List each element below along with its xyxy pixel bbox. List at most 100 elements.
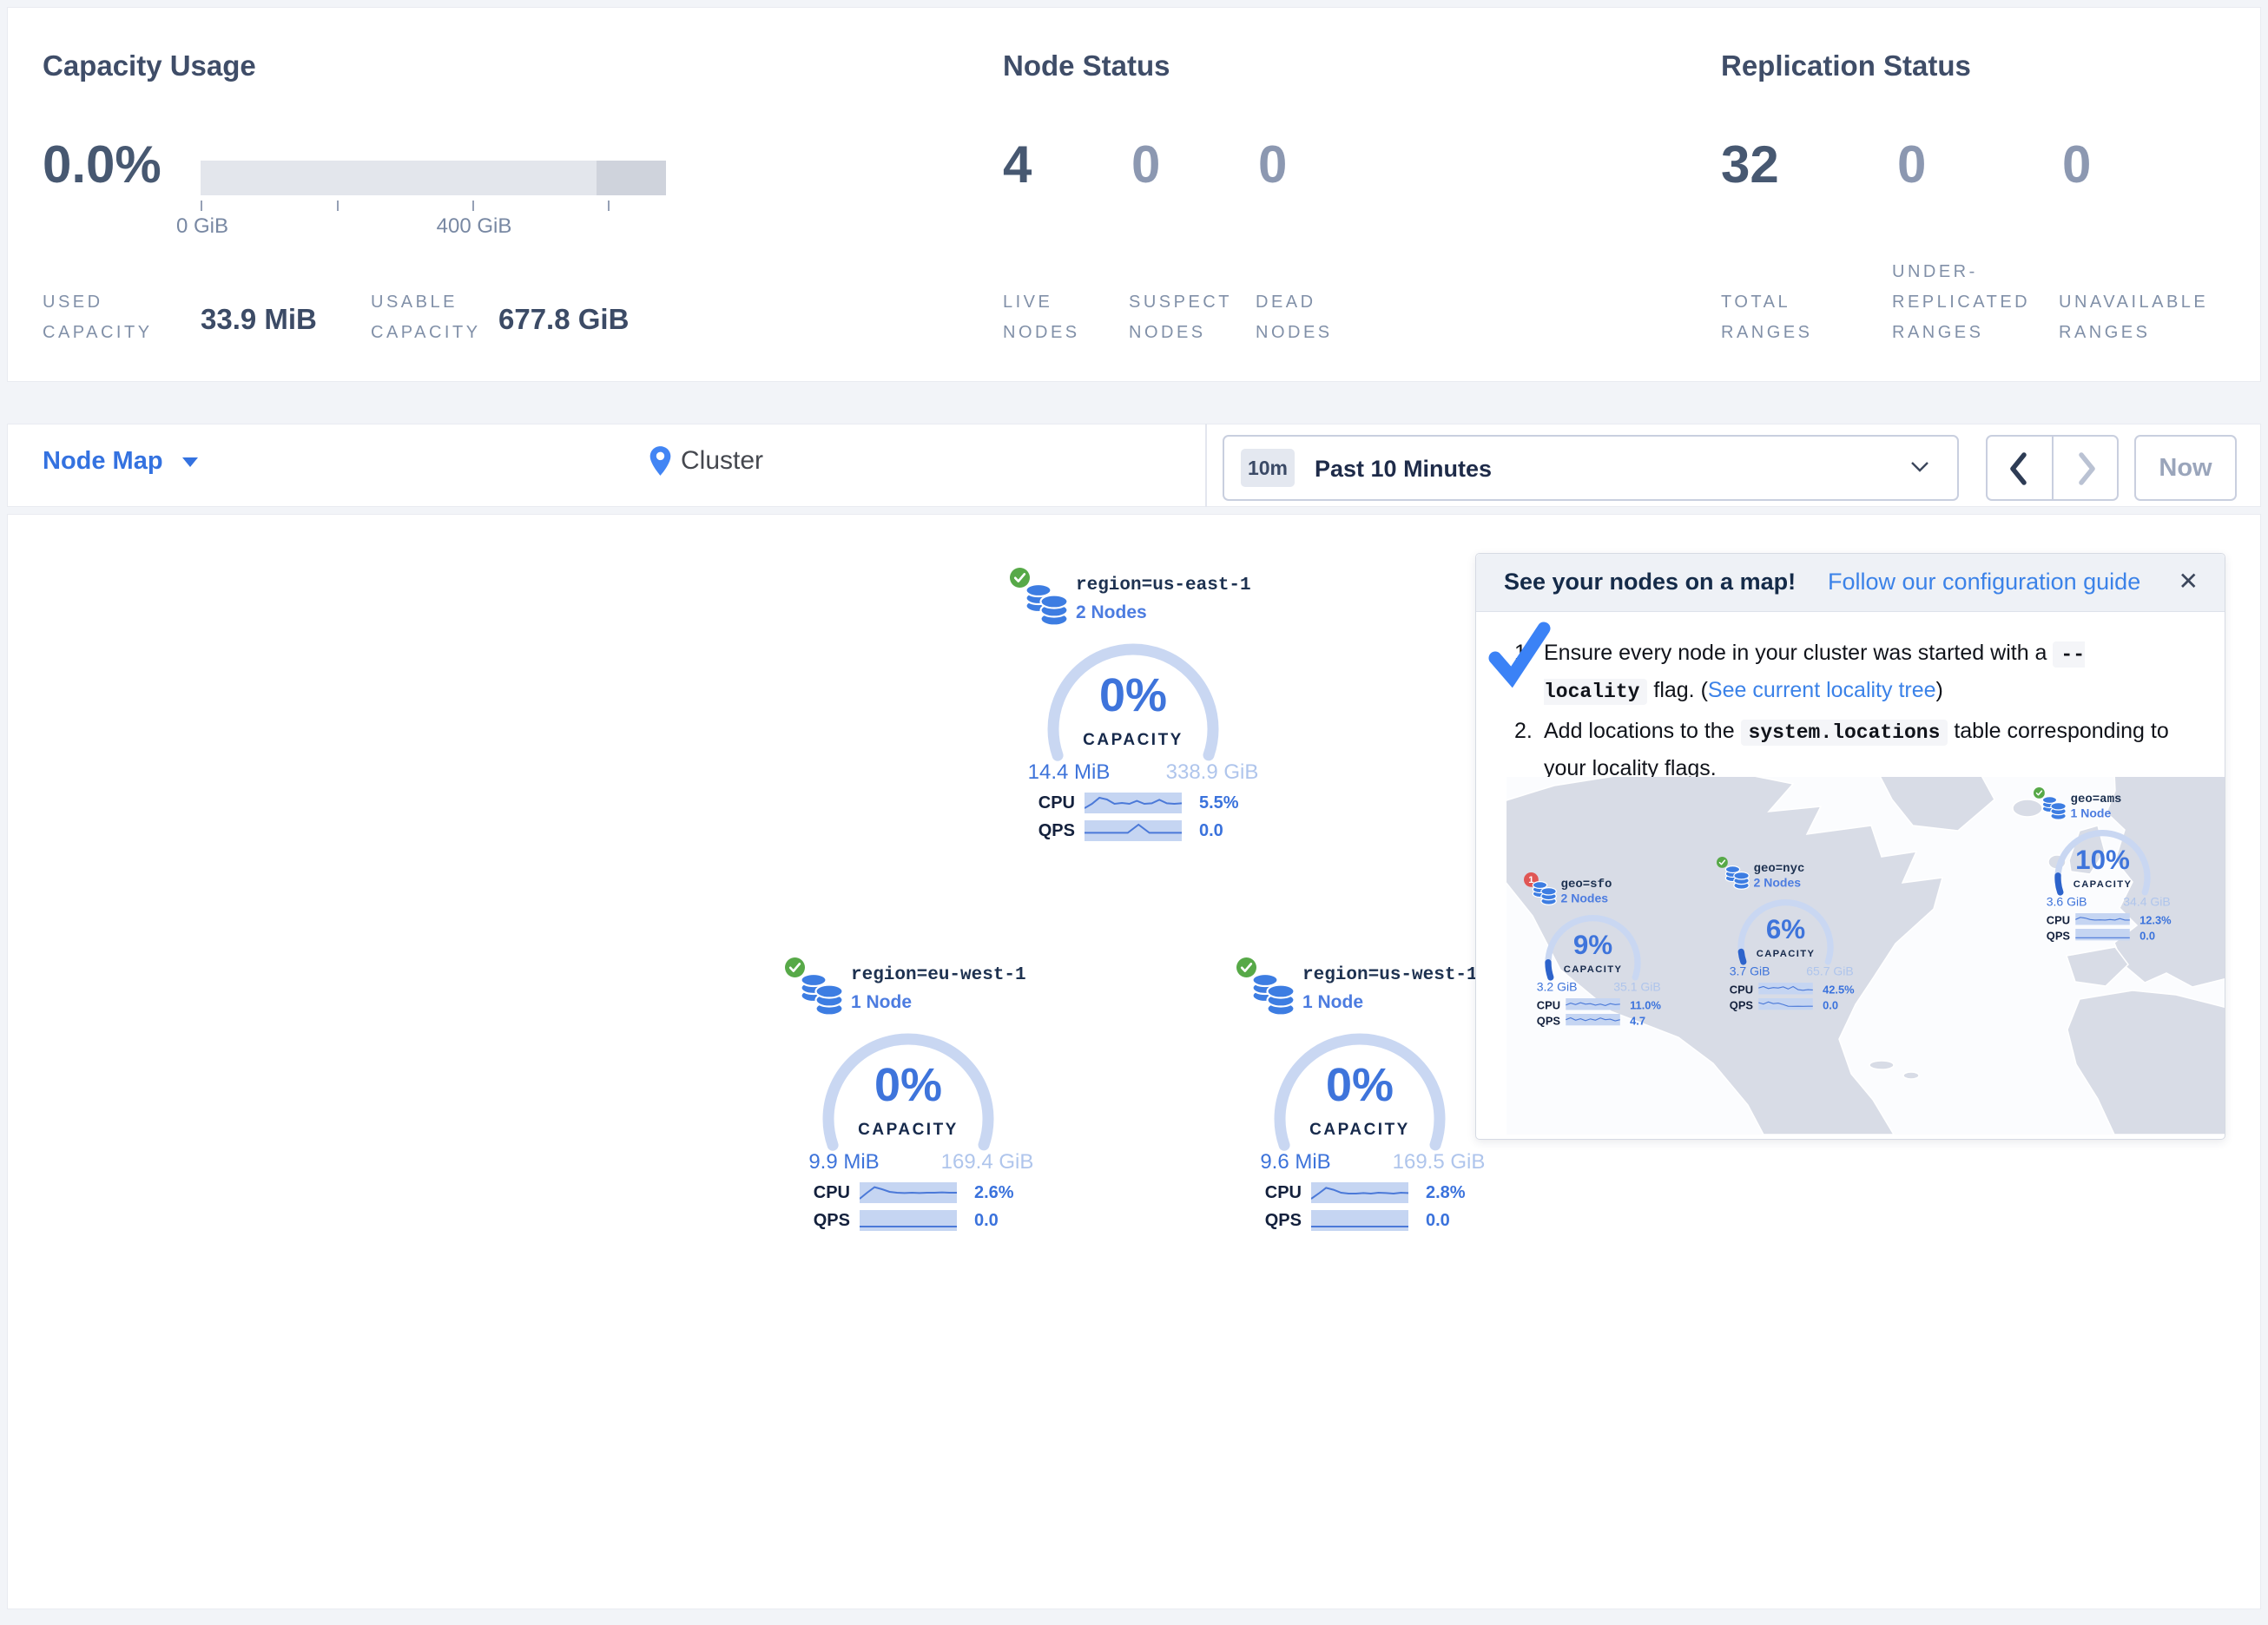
usable-capacity-value: 677.8 GiB [498, 303, 629, 336]
database-nodes-icon [1532, 879, 1557, 908]
capacity-percent: 10% [2054, 844, 2152, 875]
qps-value: 0.0 [2139, 930, 2155, 943]
qps-sparkline [1758, 998, 1813, 1010]
capacity-used-value: 3.2 GiB [1537, 980, 1578, 994]
cpu-label: CPU [1236, 1183, 1302, 1203]
capacity-percent: 0% [1046, 668, 1220, 722]
configuration-guide-link[interactable]: Follow our configuration guide [1828, 569, 2140, 595]
database-nodes-icon [799, 970, 844, 1022]
system-locations-code: system.locations [1741, 720, 1948, 746]
capacity-word: CAPACITY [821, 1121, 995, 1140]
axis-tick [608, 201, 610, 211]
capacity-percent: 6% [1737, 913, 1835, 944]
capacity-word: CAPACITY [2054, 878, 2152, 890]
qps-sparkline [1311, 1210, 1408, 1231]
capacity-used-value: 9.6 MiB [1260, 1150, 1330, 1174]
cpu-sparkline [1085, 793, 1182, 813]
cpu-value: 11.0% [1630, 999, 1661, 1012]
node-map-setup-popup: See your nodes on a map! Follow our conf… [1475, 553, 2225, 1140]
qps-label: QPS [1717, 999, 1753, 1012]
region-card-us-east-1[interactable]: region=us-east-1 2 Nodes 0% CAPACITY 14.… [1010, 568, 1270, 854]
cpu-label: CPU [2034, 914, 2070, 927]
cpu-sparkline [1758, 983, 1813, 994]
chevron-down-icon [1910, 461, 1929, 473]
cpu-sparkline [1566, 998, 1620, 1010]
live-nodes-count: 4 [1003, 135, 1032, 194]
configuration-steps: 1. Ensure every node in your cluster was… [1514, 635, 2183, 790]
map-pin-icon [649, 445, 672, 477]
completed-check-icon [1483, 618, 1556, 691]
locality-tree-link[interactable]: See current locality tree [1708, 678, 1936, 702]
capacity-total-value: 338.9 GiB [1166, 760, 1259, 785]
cpu-value: 2.6% [974, 1183, 1014, 1203]
dead-nodes-label: DEADNODES [1256, 287, 1333, 348]
qps-sparkline [860, 1210, 957, 1231]
used-capacity-value: 33.9 MiB [201, 303, 317, 336]
capacity-bar-reserved-segment [597, 161, 666, 195]
cluster-overview-page: Capacity Usage 0.0% 0 GiB 400 GiB USEDCA… [0, 0, 2268, 1625]
qps-label: QPS [1524, 1015, 1560, 1028]
button-divider [2052, 437, 2054, 499]
node-count: 1 Node [1302, 992, 1363, 1013]
axis-tick [472, 201, 474, 211]
replication-status-title: Replication Status [1721, 49, 1971, 82]
cpu-sparkline [860, 1182, 957, 1203]
qps-value: 0.0 [1199, 821, 1223, 841]
axis-tick-label-0: 0 GiB [176, 214, 228, 239]
total-ranges-count: 32 [1721, 135, 1779, 194]
node-count: 2 Nodes [1561, 891, 1608, 905]
locality-card-geo-nyc[interactable]: geo=nyc 2 Nodes 6% CAPACITY 3.7 GiB 65.7… [1717, 857, 1863, 1017]
capacity-word: CAPACITY [1737, 948, 1835, 959]
capacity-percent: 0% [821, 1058, 995, 1112]
qps-value: 4.7 [1630, 1015, 1645, 1028]
locality-card-geo-ams[interactable]: geo=ams 1 Node 10% CAPACITY 3.6 GiB 34.4… [2034, 787, 2179, 948]
region-card-us-west-1[interactable]: region=us-west-1 1 Node 0% CAPACITY 9.6 … [1236, 957, 1497, 1244]
cpu-sparkline [1311, 1182, 1408, 1203]
cpu-value: 12.3% [2139, 914, 2172, 927]
capacity-percent: 0.0% [43, 135, 162, 194]
close-icon[interactable]: ✕ [2179, 567, 2199, 595]
locality-card-geo-sfo[interactable]: 1 geo=sfo 2 Nodes 9% CAPACITY 3.2 GiB 35… [1524, 872, 1670, 1033]
breadcrumb[interactable]: Cluster [649, 445, 763, 477]
cpu-sparkline [2075, 913, 2130, 924]
step-forward-button[interactable] [2077, 452, 2098, 485]
axis-tick [201, 201, 202, 211]
now-button[interactable]: Now [2134, 435, 2237, 501]
unavailable-ranges-count: 0 [2062, 135, 2091, 194]
under-replicated-count: 0 [1897, 135, 1926, 194]
suspect-nodes-label: SUSPECTNODES [1129, 287, 1232, 348]
cpu-label: CPU [1010, 793, 1075, 813]
time-step-buttons [1986, 435, 2119, 501]
locality-title: geo=ams [2071, 792, 2122, 806]
capacity-word: CAPACITY [1545, 964, 1642, 975]
suspect-nodes-count: 0 [1131, 135, 1160, 194]
node-count: 2 Nodes [1754, 876, 1801, 890]
locality-title: region=us-east-1 [1076, 576, 1251, 595]
step-back-button[interactable] [2008, 452, 2028, 485]
database-nodes-icon [1024, 581, 1069, 632]
cpu-value: 2.8% [1426, 1183, 1466, 1203]
qps-sparkline [1085, 820, 1182, 841]
used-capacity-label: USEDCAPACITY [43, 287, 153, 348]
capacity-percent: 0% [1273, 1058, 1447, 1112]
view-selector-dropdown[interactable]: Node Map [43, 447, 198, 476]
qps-value: 0.0 [1426, 1211, 1450, 1231]
qps-value: 0.0 [1823, 999, 1838, 1012]
region-card-eu-west-1[interactable]: region=eu-west-1 1 Node 0% CAPACITY 9.9 … [785, 957, 1045, 1244]
qps-label: QPS [1236, 1211, 1302, 1231]
node-map-canvas: region=us-east-1 2 Nodes 0% CAPACITY 14.… [7, 514, 2261, 1609]
qps-sparkline [1566, 1014, 1620, 1025]
node-count: 1 Node [851, 992, 912, 1013]
locality-title: geo=sfo [1561, 877, 1612, 891]
database-nodes-icon [1724, 864, 1750, 892]
capacity-used-value: 9.9 MiB [808, 1150, 879, 1174]
database-nodes-icon [2041, 794, 2067, 823]
capacity-word: CAPACITY [1046, 731, 1220, 750]
capacity-total-value: 65.7 GiB [1806, 964, 1853, 978]
capacity-total-value: 169.5 GiB [1393, 1150, 1486, 1174]
chevron-down-icon [182, 457, 198, 467]
unavailable-ranges-label: UNAVAILABLERANGES [2059, 287, 2208, 348]
time-range-dropdown[interactable]: 10m Past 10 Minutes [1223, 435, 1959, 501]
config-step-1: 1. Ensure every node in your cluster was… [1514, 635, 2183, 710]
capacity-used-value: 3.7 GiB [1730, 964, 1770, 978]
